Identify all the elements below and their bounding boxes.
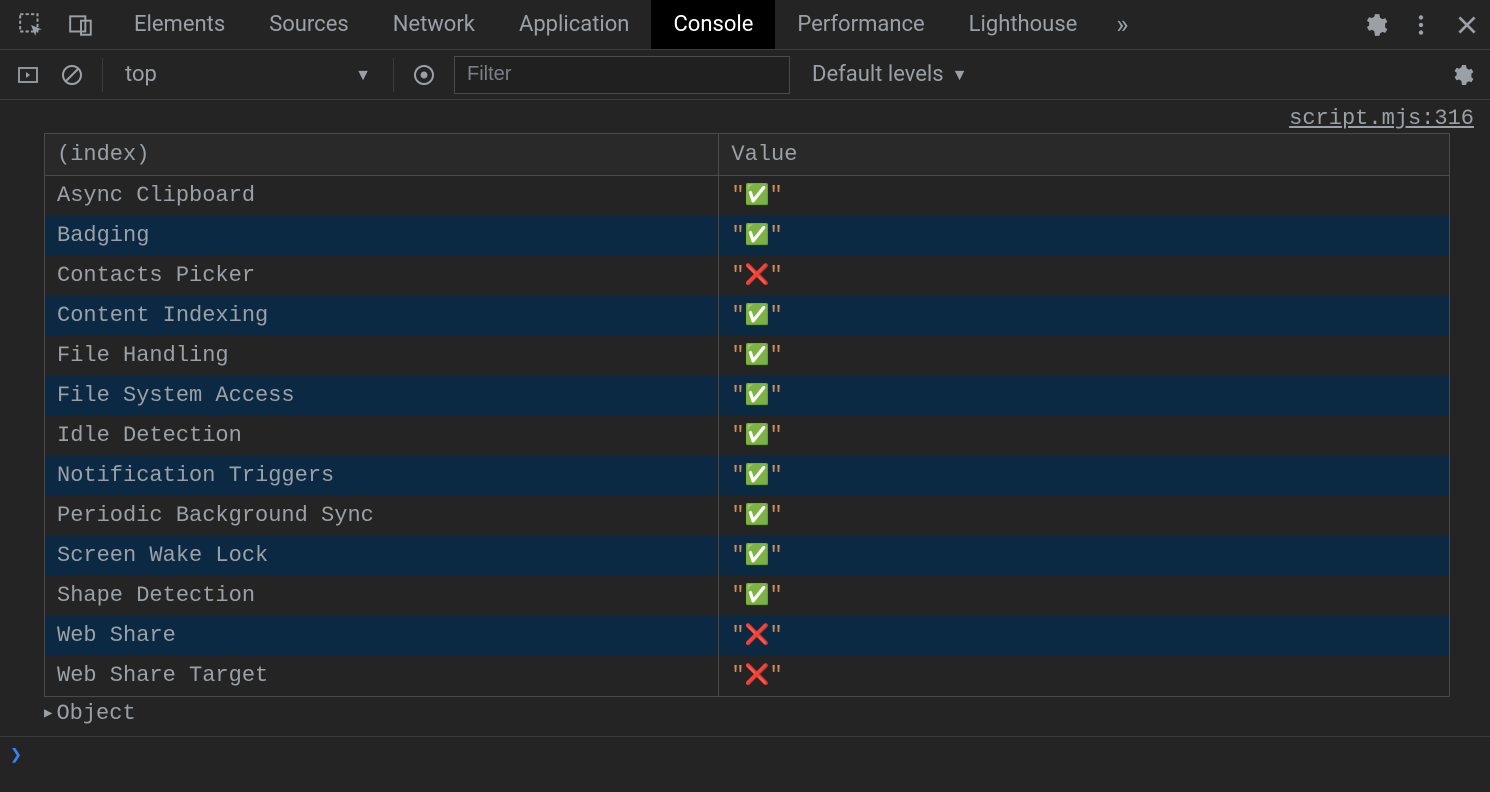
- devtools-tabstrip: ElementsSourcesNetworkApplicationConsole…: [0, 0, 1490, 50]
- table-row[interactable]: Async Clipboard"✅": [45, 176, 1449, 217]
- close-devtools-button[interactable]: [1444, 0, 1490, 50]
- table-cell-value: "✅": [719, 496, 1449, 536]
- table-cell-value: "❌": [719, 256, 1449, 296]
- tab-elements[interactable]: Elements: [112, 0, 247, 49]
- object-label: Object: [56, 701, 135, 726]
- table-row[interactable]: Shape Detection"✅": [45, 576, 1449, 616]
- table-cell-value: "✅": [719, 216, 1449, 256]
- table-cell-index: Notification Triggers: [45, 456, 719, 496]
- table-cell-value: "✅": [719, 296, 1449, 336]
- table-cell-index: Badging: [45, 216, 719, 256]
- table-cell-value: "✅": [719, 536, 1449, 576]
- console-sidebar-toggle[interactable]: [8, 55, 48, 95]
- table-cell-index: Content Indexing: [45, 296, 719, 336]
- table-row[interactable]: Idle Detection"✅": [45, 416, 1449, 456]
- table-cell-value: "❌": [719, 656, 1449, 696]
- disclosure-triangle-icon: ▶: [44, 705, 52, 722]
- table-row[interactable]: Screen Wake Lock"✅": [45, 536, 1449, 576]
- table-cell-value: "✅": [719, 456, 1449, 496]
- tab-lighthouse[interactable]: Lighthouse: [947, 0, 1100, 49]
- tab-console[interactable]: Console: [651, 0, 775, 49]
- table-cell-index: Web Share: [45, 616, 719, 656]
- tab-performance[interactable]: Performance: [775, 0, 946, 49]
- table-row[interactable]: Periodic Background Sync"✅": [45, 496, 1449, 536]
- table-row[interactable]: Notification Triggers"✅": [45, 456, 1449, 496]
- table-cell-index: Web Share Target: [45, 656, 719, 696]
- table-cell-value: "✅": [719, 376, 1449, 416]
- column-header-value[interactable]: Value: [719, 134, 1449, 176]
- table-row[interactable]: Web Share"❌": [45, 616, 1449, 656]
- toolbar-separator: [102, 58, 103, 92]
- log-levels-label: Default levels: [812, 62, 944, 87]
- table-cell-index: Contacts Picker: [45, 256, 719, 296]
- kebab-menu-button[interactable]: [1398, 0, 1444, 50]
- column-header-index[interactable]: (index): [45, 134, 719, 176]
- execution-context-label: top: [125, 62, 157, 87]
- table-row[interactable]: File Handling"✅": [45, 336, 1449, 376]
- table-cell-index: File Handling: [45, 336, 719, 376]
- table-cell-index: Shape Detection: [45, 576, 719, 616]
- settings-button[interactable]: [1352, 0, 1398, 50]
- table-cell-value: "✅": [719, 336, 1449, 376]
- clear-console-button[interactable]: [52, 55, 92, 95]
- console-table: (index) Value Async Clipboard"✅"Badging"…: [44, 133, 1450, 697]
- table-cell-value: "✅": [719, 576, 1449, 616]
- inspect-element-button[interactable]: [6, 0, 56, 50]
- source-link[interactable]: script.mjs:316: [0, 100, 1490, 133]
- log-levels-select[interactable]: Default levels ▼: [812, 62, 967, 87]
- console-prompt[interactable]: ❯: [0, 737, 1490, 773]
- table-cell-value: "✅": [719, 176, 1449, 217]
- table-cell-index: Periodic Background Sync: [45, 496, 719, 536]
- table-row[interactable]: File System Access"✅": [45, 376, 1449, 416]
- prompt-chevron-icon: ❯: [10, 742, 22, 768]
- table-row[interactable]: Contacts Picker"❌": [45, 256, 1449, 296]
- dropdown-icon: ▼: [355, 65, 371, 85]
- table-cell-index: Idle Detection: [45, 416, 719, 456]
- table-cell-index: Async Clipboard: [45, 176, 719, 217]
- tab-network[interactable]: Network: [371, 0, 497, 49]
- toolbar-separator: [393, 58, 394, 92]
- table-cell-value: "❌": [719, 616, 1449, 656]
- table-cell-value: "✅": [719, 416, 1449, 456]
- live-expression-button[interactable]: [404, 55, 444, 95]
- console-output: script.mjs:316 (index) Value Async Clipb…: [0, 100, 1490, 773]
- execution-context-select[interactable]: top ▼: [113, 55, 383, 95]
- table-row[interactable]: Badging"✅": [45, 216, 1449, 256]
- console-toolbar: top ▼ Default levels ▼: [0, 50, 1490, 100]
- tab-sources[interactable]: Sources: [247, 0, 371, 49]
- table-row[interactable]: Web Share Target"❌": [45, 656, 1449, 696]
- more-tabs-button[interactable]: »: [1099, 0, 1145, 49]
- dropdown-icon: ▼: [952, 65, 968, 85]
- tab-application[interactable]: Application: [497, 0, 651, 49]
- table-cell-index: Screen Wake Lock: [45, 536, 719, 576]
- table-cell-index: File System Access: [45, 376, 719, 416]
- device-toolbar-button[interactable]: [56, 0, 106, 50]
- table-row[interactable]: Content Indexing"✅": [45, 296, 1449, 336]
- console-settings-button[interactable]: [1442, 55, 1482, 95]
- panel-tabs: ElementsSourcesNetworkApplicationConsole…: [112, 0, 1099, 49]
- filter-input[interactable]: [454, 56, 790, 94]
- object-disclosure[interactable]: ▶ Object: [44, 701, 1450, 726]
